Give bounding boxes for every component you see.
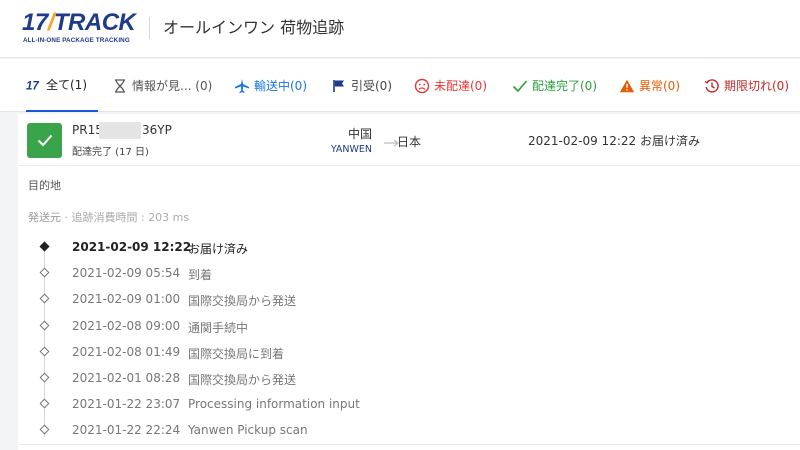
- event-time: 2021-02-09 05:54: [72, 266, 181, 281]
- tab-label: 全て(1): [46, 78, 87, 92]
- timeline-event: 2021-02-08 01:49 国際交換局に到着: [18, 343, 778, 363]
- tab-label: 引受(0): [351, 79, 392, 93]
- tab-accepted[interactable]: 引受(0): [331, 59, 392, 112]
- timeline-event: 2021-01-22 22:24 Yanwen Pickup scan: [18, 421, 778, 441]
- tracking-number-redaction: [99, 122, 141, 139]
- tab-label: 輸送中(0): [254, 79, 307, 93]
- tracking-number-suffix[interactable]: 36YP: [142, 123, 172, 137]
- timeline-event: 2021-02-09 01:00 国際交換局から発送: [18, 290, 778, 310]
- timeline-diamond-icon: [39, 241, 50, 252]
- 17track-logo-icon: 17: [26, 77, 42, 93]
- logo-number: 17: [22, 9, 48, 36]
- event-time: 2021-02-08 09:00: [72, 318, 181, 333]
- timeline-diamond-icon: [39, 398, 50, 409]
- event-description: 国際交換局に到着: [188, 346, 285, 361]
- tab-exception[interactable]: 異常(0): [619, 59, 680, 112]
- timeline-diamond-icon: [39, 424, 50, 435]
- tab-label: 未配達(0): [434, 79, 487, 93]
- timeline-event: 2021-02-09 05:54 到着: [18, 264, 778, 284]
- event-time: 2021-02-09 12:22: [72, 240, 192, 254]
- event-description: 国際交換局から発送: [188, 373, 297, 387]
- timeline-diamond-icon: [39, 293, 50, 304]
- timeline-diamond-icon: [39, 346, 50, 357]
- timeline-event: 2021-01-22 23:07 Processing information i…: [18, 395, 778, 415]
- origin-label-text: 発送元: [28, 211, 61, 224]
- hourglass-icon: [112, 78, 128, 94]
- event-time: 2021-01-22 23:07: [72, 397, 181, 412]
- tab-label: 異常(0): [639, 79, 680, 93]
- app-header: 17/TRACK ALL-IN-ONE PACKAGE TRACKING オール…: [0, 0, 800, 58]
- event-time: 2021-01-22 22:24: [72, 423, 181, 438]
- timeline-event: 2021-02-08 09:00 通関手続中: [18, 317, 778, 337]
- destination-section-label: 目的地: [28, 179, 61, 192]
- event-description: 国際交換局から発送: [188, 294, 297, 309]
- timeline-diamond-icon: [39, 320, 50, 331]
- svg-text:17: 17: [26, 80, 39, 92]
- flag-icon: [331, 78, 347, 94]
- tab-all[interactable]: 17 全て(1): [26, 59, 98, 112]
- 17track-logo[interactable]: 17/TRACK ALL-IN-ONE PACKAGE TRACKING: [22, 11, 138, 45]
- timeline-diamond-icon: [39, 267, 50, 278]
- event-description: Yanwen Pickup scan: [188, 423, 308, 438]
- checkmark-icon: [512, 78, 528, 94]
- origin-country: 中国: [347, 127, 372, 141]
- page-title: オールインワン 荷物追跡: [163, 18, 345, 37]
- event-time: 2021-02-09 01:00: [72, 292, 181, 307]
- tab-expired[interactable]: 期限切れ(0): [704, 59, 789, 112]
- event-description: お届け済み: [188, 242, 249, 256]
- tab-in-transit[interactable]: 輸送中(0): [234, 59, 307, 112]
- tab-delivered[interactable]: 配達完了(0): [512, 59, 597, 112]
- event-description: 到着: [188, 268, 213, 283]
- status-filter-tabs: 17 全て(1) 情報が見... (0) 輸送中(0) 引受(0) 未配達(0)…: [0, 59, 800, 112]
- warning-icon: [619, 78, 635, 94]
- timeline-event: 2021-02-01 08:28 国際交換局から発送: [18, 369, 778, 389]
- carrier-name[interactable]: YANWEN: [312, 144, 372, 155]
- timeline-event: 2021-02-09 12:22 お届け済み: [18, 238, 778, 258]
- origin-section-label: 発送元 · 追跡消費時間 : 203 ms: [28, 209, 189, 225]
- airplane-icon: [234, 78, 250, 94]
- card-bottom-divider: [18, 444, 800, 445]
- tab-info-not-found[interactable]: 情報が見... (0): [112, 59, 212, 112]
- tab-label: 配達完了(0): [532, 79, 597, 93]
- logo-text: TRACK: [53, 9, 136, 36]
- destination-country: 日本: [397, 135, 422, 149]
- shipment-summary-row[interactable]: PR15 36YP 配達完了 (17 日) 中国 YANWEN 日本 2021-…: [18, 114, 800, 166]
- tracking-elapsed-time: · 追跡消費時間 : 203 ms: [61, 211, 190, 224]
- sad-face-icon: [414, 78, 430, 94]
- event-time: 2021-02-08 01:49: [72, 344, 181, 359]
- logo-tagline: ALL-IN-ONE PACKAGE TRACKING: [23, 37, 130, 44]
- tab-label: 期限切れ(0): [724, 79, 789, 93]
- latest-event: 2021-02-09 12:22 お届け済み: [528, 134, 700, 148]
- shipment-card: PR15 36YP 配達完了 (17 日) 中国 YANWEN 日本 2021-…: [18, 114, 800, 450]
- event-time: 2021-02-01 08:28: [72, 371, 181, 385]
- delivered-status-icon: [27, 123, 62, 158]
- logo-wordmark: 17/TRACK: [22, 9, 136, 36]
- event-description: Processing information input: [188, 397, 360, 412]
- tab-undelivered[interactable]: 未配達(0): [414, 59, 487, 112]
- expired-clock-icon: [704, 78, 720, 94]
- header-divider: [149, 17, 150, 39]
- delivery-status-text: 配達完了 (17 日): [72, 147, 149, 158]
- event-description: 通関手続中: [188, 320, 249, 335]
- tab-label: 情報が見... (0): [132, 79, 213, 93]
- timeline-diamond-icon: [39, 372, 50, 383]
